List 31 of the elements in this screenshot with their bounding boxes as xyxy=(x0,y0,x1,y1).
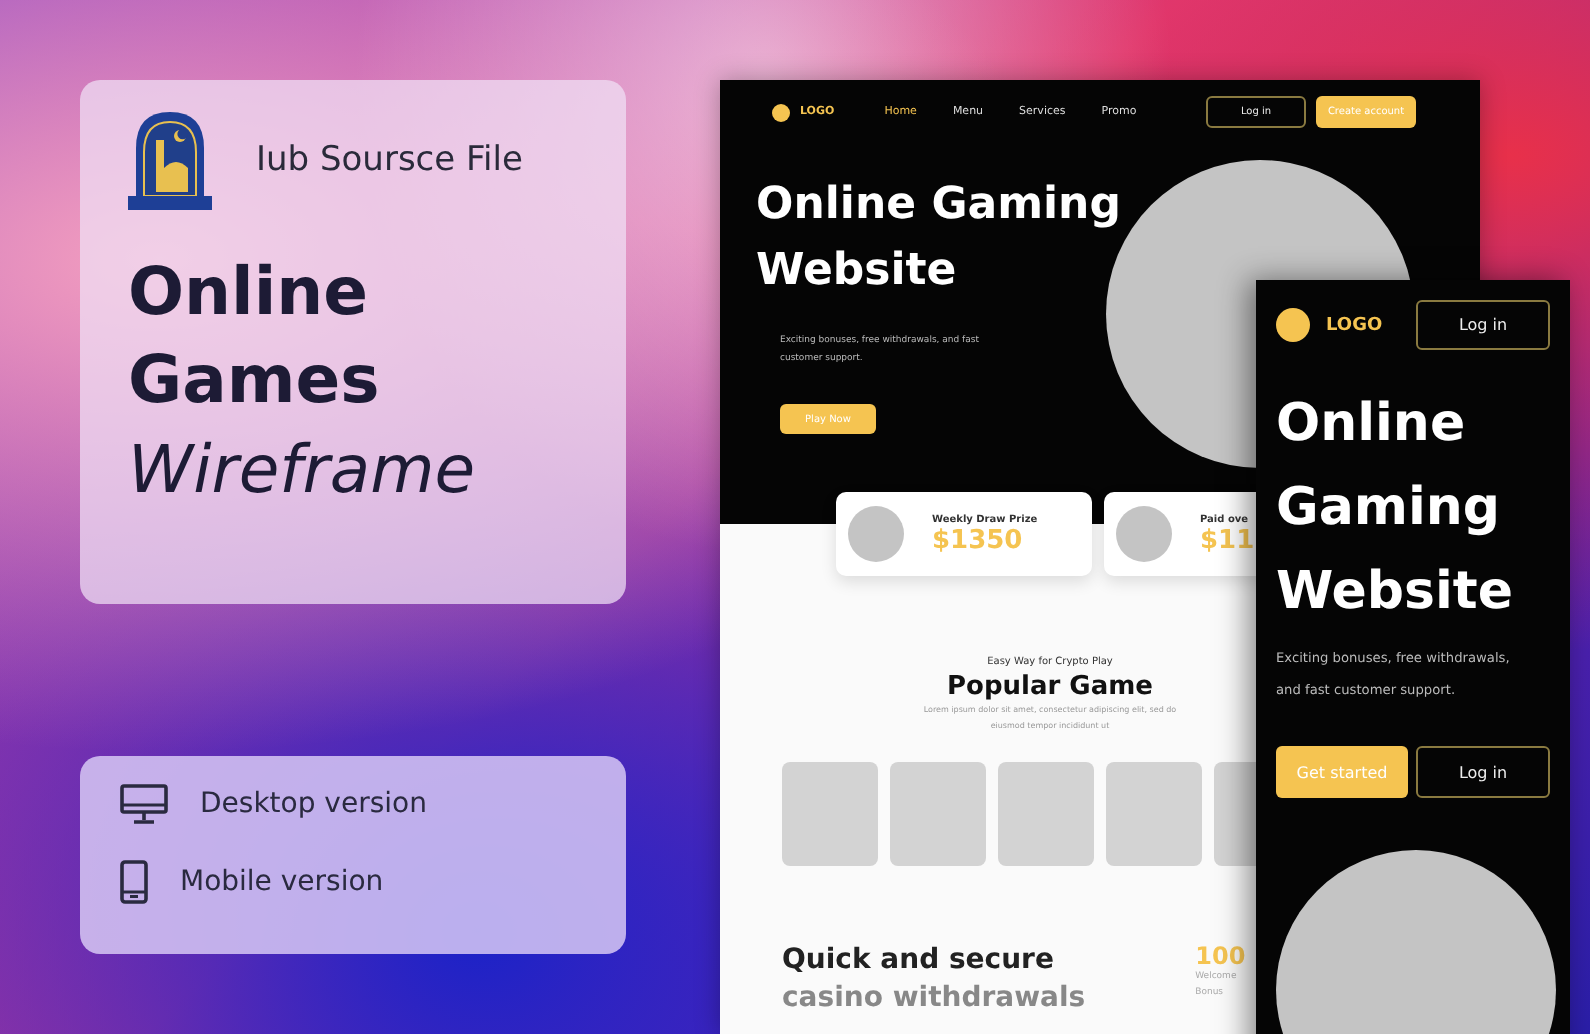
login-button[interactable]: Log in xyxy=(1416,300,1550,350)
withdrawals-title: Quick and secure xyxy=(782,942,1056,980)
logo-icon xyxy=(1276,308,1310,342)
game-placeholder xyxy=(998,762,1094,866)
hero-title: Website xyxy=(756,244,959,300)
headline: Online xyxy=(128,250,371,334)
section-title: Popular Game xyxy=(947,672,1153,702)
hero-title: Gaming xyxy=(1276,476,1503,542)
source-title: Iub Soursce File xyxy=(256,140,523,180)
bonus-number: 100 xyxy=(1195,942,1246,970)
prize-amount: $1350 xyxy=(932,525,1025,555)
logo-text: LOGO xyxy=(1326,315,1383,335)
avatar-placeholder xyxy=(848,506,904,562)
monitor-icon xyxy=(120,784,168,824)
logo-icon xyxy=(772,103,790,121)
hero-title: Online Gaming xyxy=(756,178,1123,234)
game-placeholder xyxy=(890,762,986,866)
headline: Games xyxy=(128,338,382,422)
prize-amount: $11 xyxy=(1200,525,1255,555)
version-label: Desktop version xyxy=(200,788,427,820)
avatar-placeholder xyxy=(1116,506,1172,562)
game-placeholder xyxy=(1106,762,1202,866)
headline-accent: Wireframe xyxy=(128,428,478,512)
hero-title: Website xyxy=(1276,560,1515,626)
hero-title: Online xyxy=(1276,392,1468,458)
version-label: Mobile version xyxy=(180,866,384,898)
emblem-icon xyxy=(128,108,212,212)
phone-icon xyxy=(120,860,148,904)
withdrawals-title: casino withdrawals xyxy=(782,980,1086,1018)
login-button[interactable]: Log in xyxy=(1416,746,1550,798)
game-placeholder xyxy=(782,762,878,866)
